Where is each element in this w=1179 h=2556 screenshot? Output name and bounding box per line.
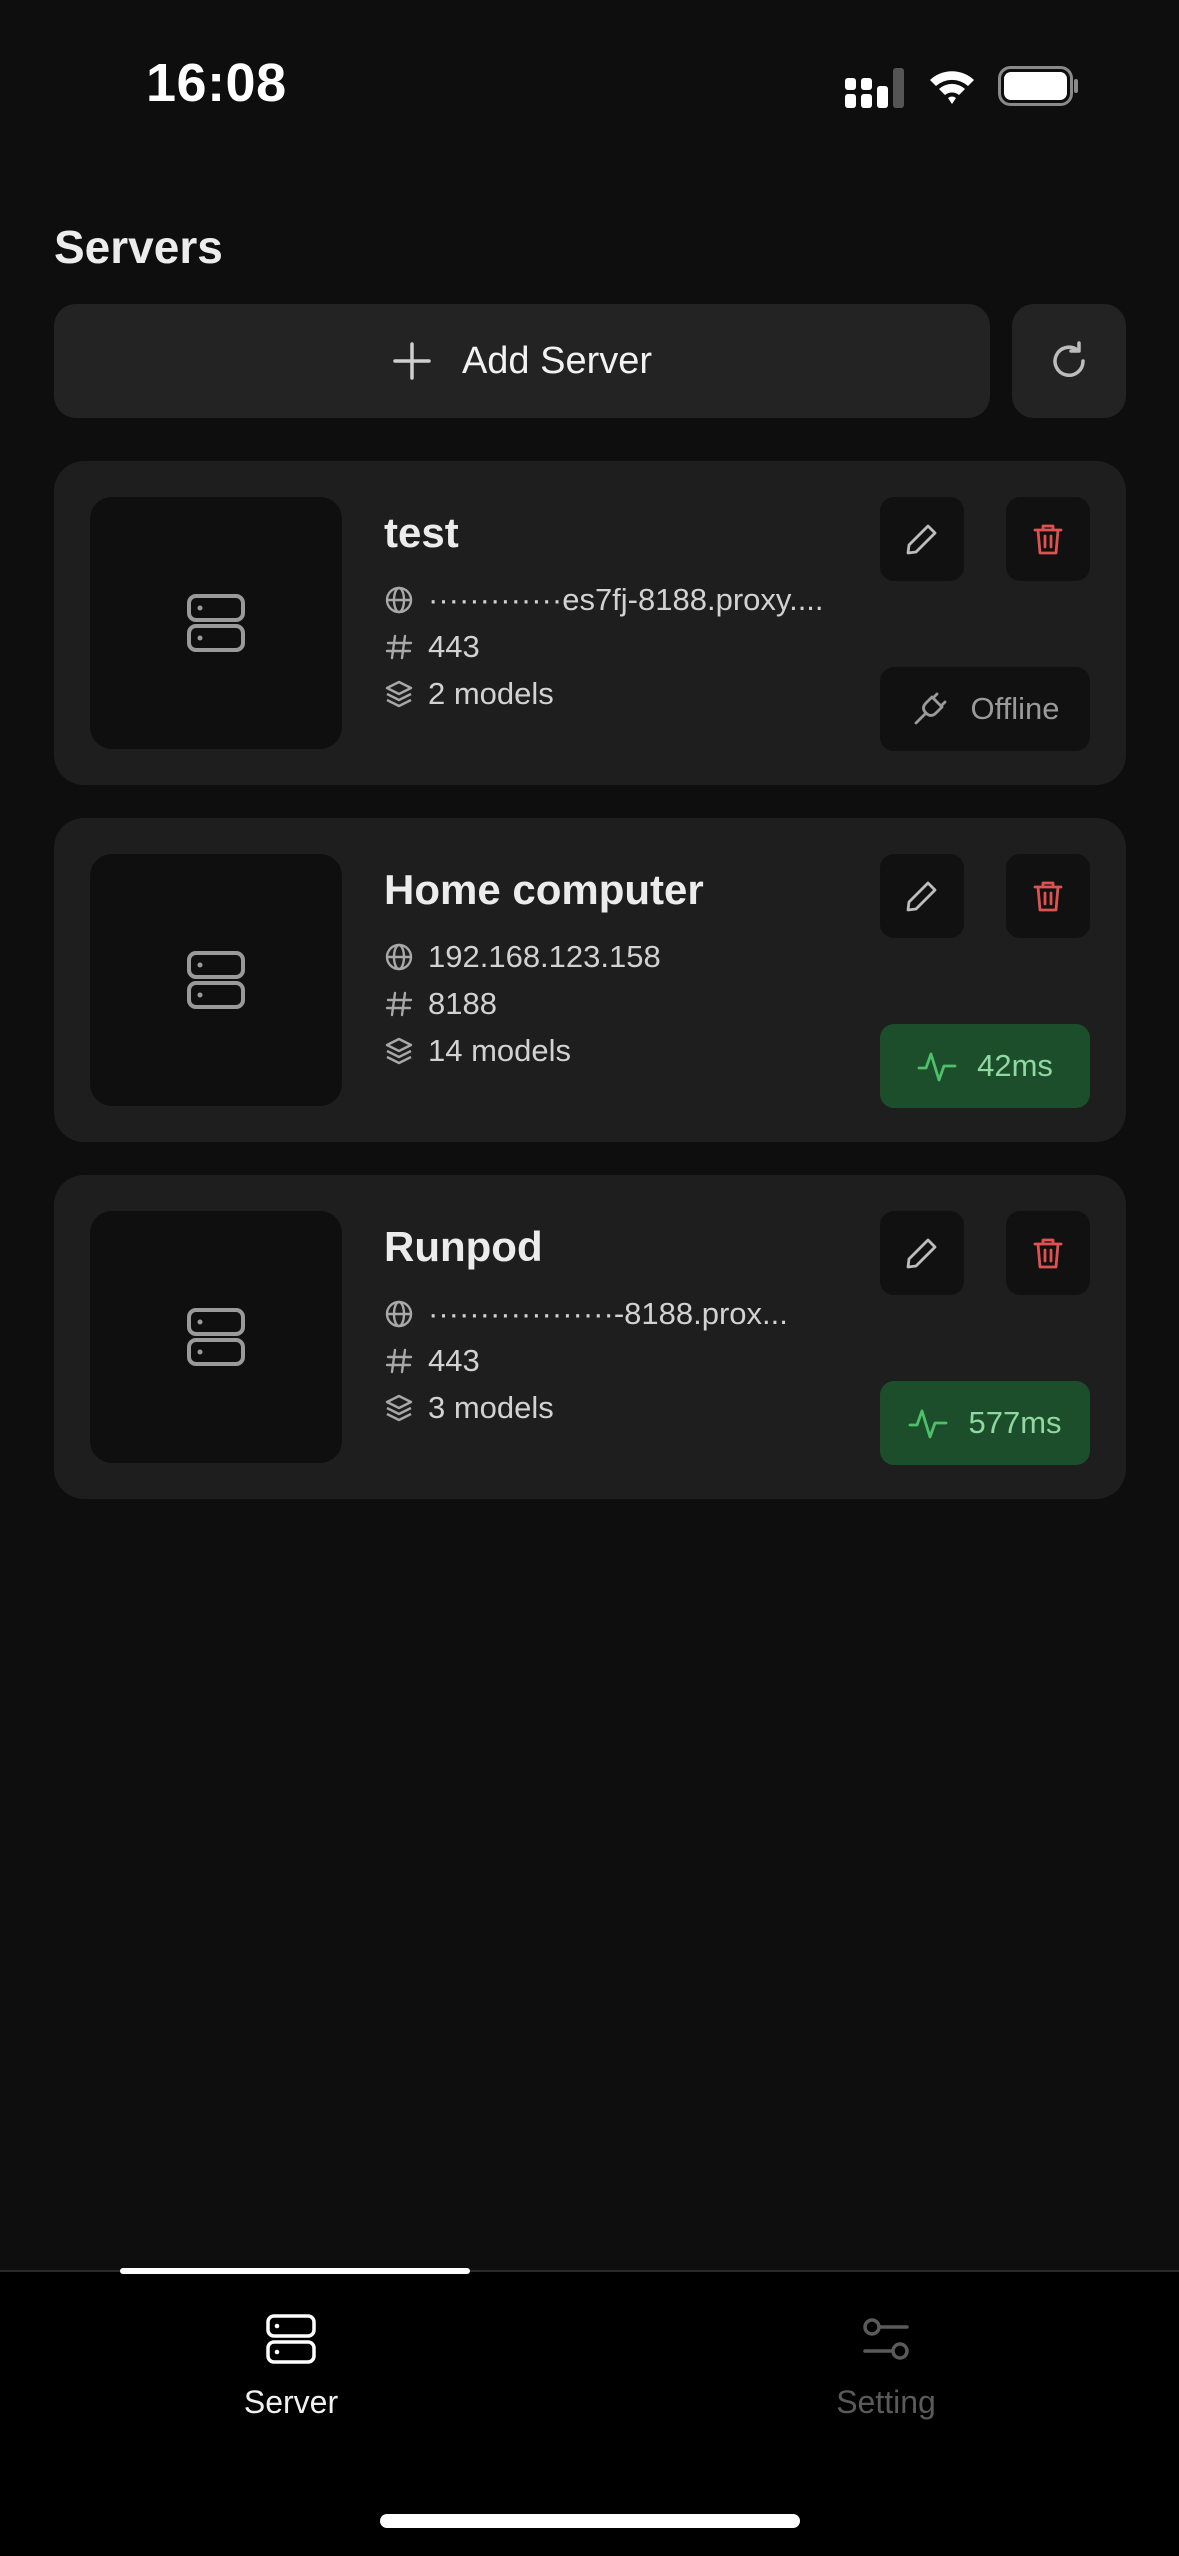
server-port: 443 — [428, 1343, 480, 1378]
hash-icon — [385, 634, 413, 660]
server-name: Home computer — [384, 866, 704, 913]
layers-icon — [385, 1394, 413, 1422]
server-icon — [266, 2314, 316, 2364]
status-time: 16:08 — [146, 53, 287, 113]
add-server-button[interactable]: Add Server — [54, 304, 990, 418]
add-server-label: Add Server — [461, 339, 653, 382]
wifi-icon — [930, 71, 974, 104]
server-port: 8188 — [428, 986, 497, 1021]
sliders-icon — [863, 2318, 909, 2360]
page-title: Servers — [54, 221, 223, 273]
server-thumbnail — [90, 1211, 342, 1463]
layers-icon — [385, 680, 413, 708]
edit-server-button[interactable] — [880, 1211, 964, 1295]
delete-server-button[interactable] — [1006, 497, 1090, 581]
server-card[interactable]: Runpod ··················-8188.prox... 4… — [54, 1175, 1126, 1499]
edit-server-button[interactable] — [880, 854, 964, 938]
server-name: Runpod — [384, 1223, 543, 1270]
activity-icon — [909, 1409, 948, 1439]
server-port-row: 443 — [384, 627, 480, 667]
status-bar: 16:08 — [0, 0, 1179, 170]
server-status-label: 577ms — [968, 1405, 1062, 1440]
server-address: ··················-8188.prox... — [428, 1296, 788, 1331]
server-address-row: 192.168.123.158 — [384, 937, 898, 977]
pencil-icon — [906, 881, 937, 912]
globe-icon — [385, 943, 413, 971]
server-status-label: 42ms — [977, 1048, 1053, 1083]
trash-icon — [1033, 524, 1063, 555]
active-tab-indicator — [120, 2268, 470, 2274]
cellular-signal-icon — [845, 68, 904, 108]
layers-icon — [385, 1037, 413, 1065]
server-card[interactable]: Home computer 192.168.123.158 8188 14 mo… — [54, 818, 1126, 1142]
server-status-badge: 42ms — [880, 1024, 1090, 1108]
server-status-label: Offline — [970, 691, 1060, 726]
server-models: 2 models — [428, 676, 554, 711]
tab-setting-label: Setting — [836, 2384, 936, 2420]
server-port-row: 443 — [384, 1341, 480, 1381]
edit-server-button[interactable] — [880, 497, 964, 581]
pencil-icon — [906, 1238, 937, 1269]
server-models-row: 14 models — [384, 1031, 571, 1071]
server-port: 443 — [428, 629, 480, 664]
tab-server[interactable]: Server — [141, 2312, 441, 2421]
refresh-button[interactable] — [1012, 304, 1126, 418]
trash-icon — [1033, 881, 1063, 912]
server-address: ·············es7fj-8188.proxy.... — [428, 582, 824, 617]
server-address-row: ·············es7fj-8188.proxy.... — [384, 580, 898, 620]
server-icon — [187, 594, 245, 652]
server-status-badge: 577ms — [880, 1381, 1090, 1465]
activity-icon — [917, 1052, 957, 1082]
hash-icon — [385, 1348, 413, 1374]
trash-icon — [1033, 1238, 1063, 1269]
server-thumbnail — [90, 854, 342, 1106]
server-models-row: 3 models — [384, 1388, 554, 1428]
plug-disconnected-icon — [915, 692, 947, 725]
plus-icon — [393, 342, 431, 380]
server-models-row: 2 models — [384, 674, 554, 714]
server-models: 14 models — [428, 1033, 572, 1068]
hash-icon — [385, 991, 413, 1017]
server-address-row: ··················-8188.prox... — [384, 1294, 898, 1334]
battery-icon — [998, 66, 1078, 106]
server-icon — [187, 1308, 245, 1366]
delete-server-button[interactable] — [1006, 1211, 1090, 1295]
delete-server-button[interactable] — [1006, 854, 1090, 938]
server-address: 192.168.123.158 — [428, 939, 661, 974]
server-card[interactable]: test ·············es7fj-8188.proxy.... 4… — [54, 461, 1126, 785]
server-port-row: 8188 — [384, 984, 497, 1024]
globe-icon — [385, 586, 413, 614]
server-models: 3 models — [428, 1390, 554, 1425]
server-thumbnail — [90, 497, 342, 749]
pencil-icon — [906, 524, 937, 555]
home-indicator[interactable] — [380, 2514, 800, 2528]
server-icon — [187, 951, 245, 1009]
tab-setting[interactable]: Setting — [736, 2312, 1036, 2421]
server-name: test — [384, 509, 459, 556]
globe-icon — [385, 1300, 413, 1328]
refresh-icon — [1053, 341, 1085, 377]
server-status-badge: Offline — [880, 667, 1090, 751]
tab-server-label: Server — [243, 2384, 339, 2420]
